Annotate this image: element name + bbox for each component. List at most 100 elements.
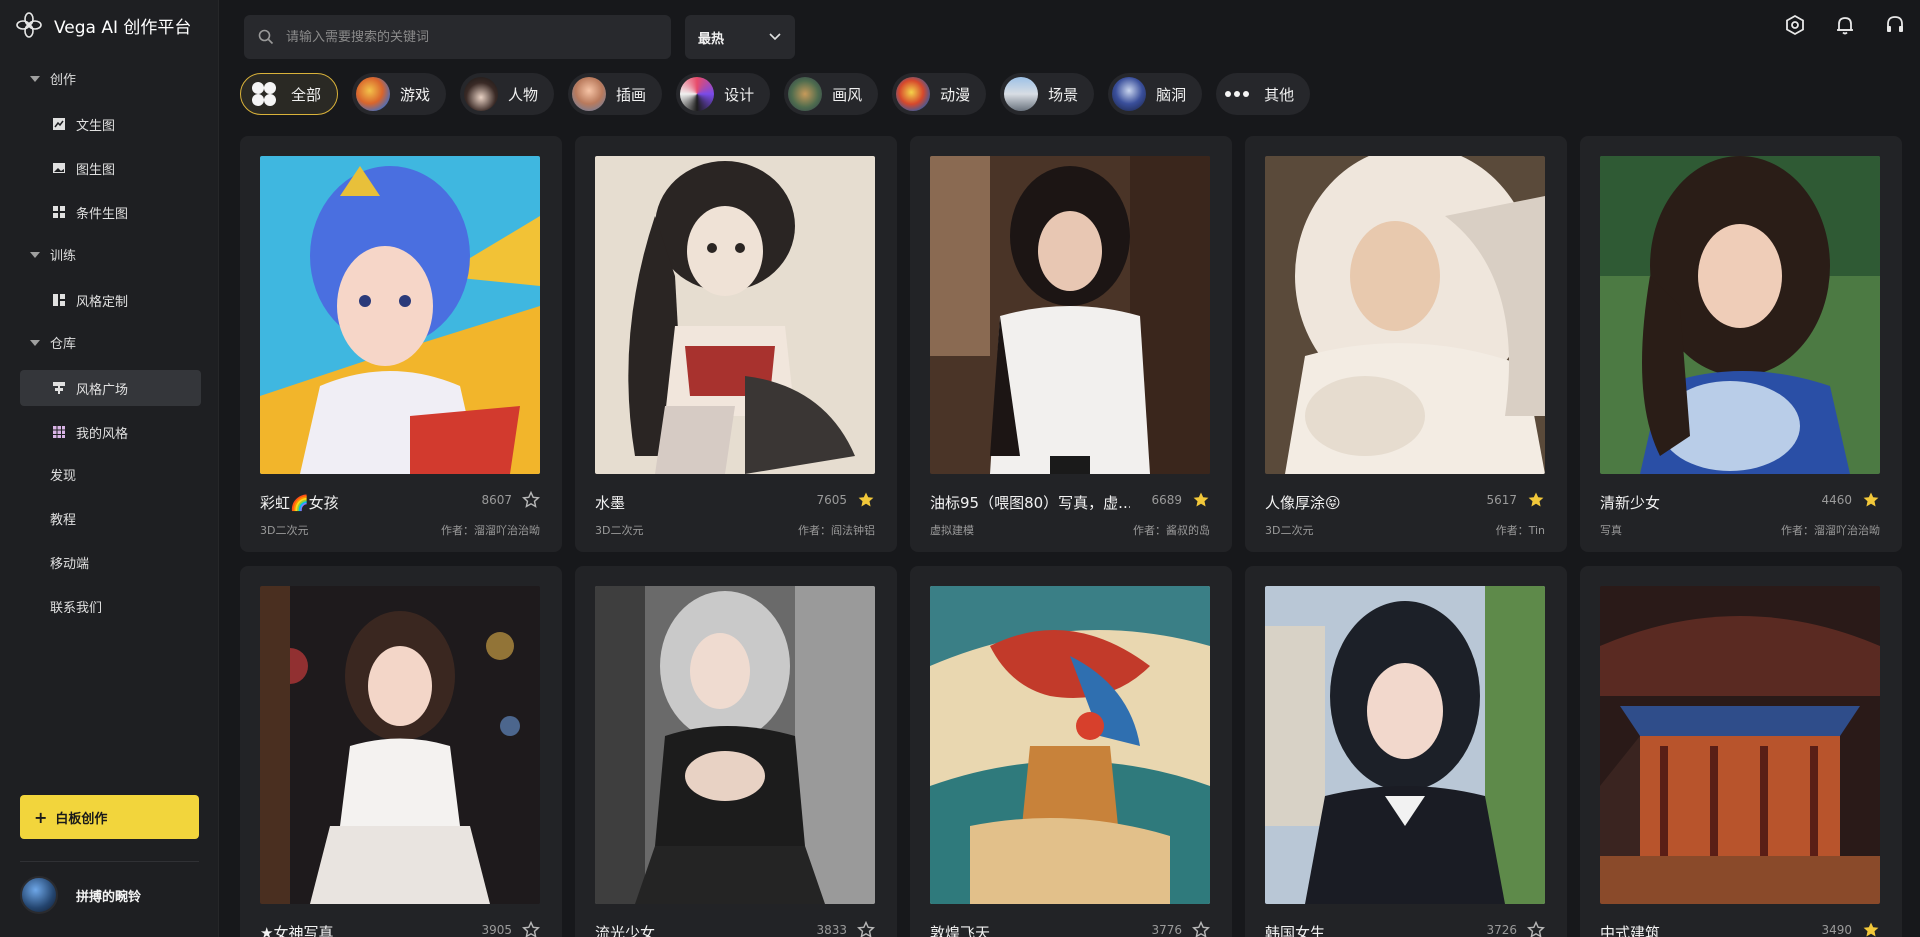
style-card-title: 人像厚涂😝: [1265, 494, 1341, 512]
style-card[interactable]: 韩国女生 3726: [1245, 566, 1567, 937]
whiteboard-create-button[interactable]: + 白板创作: [20, 795, 199, 839]
style-card[interactable]: 清新少女 4460 写真 作者：溜溜吖治治呦: [1580, 136, 1902, 552]
divider: [20, 861, 199, 862]
category-label: 人物: [508, 85, 539, 104]
search-input[interactable]: [286, 29, 646, 45]
sidebar-item-discover[interactable]: 发现: [0, 458, 219, 491]
sidebar-item-conditional[interactable]: 条件生图: [20, 194, 201, 230]
style-card-count: 3726: [1486, 923, 1517, 937]
nav-group-label: 仓库: [50, 337, 77, 352]
category-label: 场景: [1048, 85, 1079, 104]
style-card-image[interactable]: [595, 586, 875, 904]
star-outline-icon[interactable]: [1192, 921, 1210, 937]
card-image-art: [1265, 156, 1545, 474]
hexagon-settings-icon: [1786, 14, 1804, 36]
style-card-count: 3776: [1151, 923, 1182, 937]
style-card-image[interactable]: [930, 156, 1210, 474]
more-dots-icon: [1225, 91, 1250, 97]
category-thumb: [896, 77, 931, 111]
category-chip-other[interactable]: 其他: [1216, 73, 1311, 115]
style-card-image[interactable]: [260, 586, 540, 904]
sidebar-item-style-custom[interactable]: 风格定制: [20, 282, 201, 318]
style-card[interactable]: 人像厚涂😝 5617 3D二次元 作者：Tin: [1245, 136, 1567, 552]
star-filled-icon[interactable]: [1862, 491, 1880, 509]
style-card[interactable]: 中式建筑 3490: [1580, 566, 1902, 937]
plus-icon: +: [34, 807, 48, 827]
star-outline-icon[interactable]: [857, 921, 875, 937]
notifications-button[interactable]: [1820, 12, 1870, 38]
whiteboard-create-label: 白板创作: [55, 811, 108, 827]
star-filled-icon[interactable]: [1527, 491, 1545, 509]
settings-button[interactable]: [1770, 12, 1820, 38]
style-card-image[interactable]: [1265, 156, 1545, 474]
category-chip-painting-style[interactable]: 画风: [784, 73, 879, 115]
sidebar-item-tutorial[interactable]: 教程: [0, 502, 219, 535]
style-card-author[interactable]: 作者：Tin: [1496, 522, 1545, 538]
nav-group-repo[interactable]: 仓库: [0, 326, 219, 359]
user-profile[interactable]: 拼搏的畹铃: [20, 876, 141, 914]
category-chip-all[interactable]: 全部: [240, 73, 339, 115]
style-card-count: 6689: [1151, 493, 1182, 507]
star-filled-icon[interactable]: [1862, 921, 1880, 937]
style-card-image[interactable]: [1600, 156, 1880, 474]
sidebar-item-my-style[interactable]: 我的风格: [20, 414, 201, 450]
caret-down-icon: [30, 75, 40, 82]
style-card-count: 3905: [481, 923, 512, 937]
style-card-author[interactable]: 作者：溜溜吖治治呦: [1781, 522, 1880, 538]
style-card-image[interactable]: [595, 156, 875, 474]
style-card-image[interactable]: [930, 586, 1210, 904]
sort-select[interactable]: 最热: [685, 15, 795, 59]
style-card-author[interactable]: 作者：阎法钟铝: [798, 522, 875, 538]
style-card-author[interactable]: 作者：酱叔的岛: [1133, 522, 1210, 538]
category-chip-imagination[interactable]: 脑洞: [1108, 73, 1203, 115]
support-button[interactable]: [1870, 12, 1920, 38]
star-outline-icon[interactable]: [1527, 921, 1545, 937]
brand[interactable]: Vega AI 创作平台: [14, 10, 191, 40]
app-title: Vega AI 创作平台: [54, 17, 192, 38]
star-outline-icon[interactable]: [522, 921, 540, 937]
category-chip-game[interactable]: 游戏: [352, 73, 447, 115]
card-image-art: [930, 586, 1210, 904]
style-card-title: 油标95（喂图80）写真，虚...: [930, 494, 1130, 512]
category-chip-illustration[interactable]: 插画: [568, 73, 663, 115]
style-card[interactable]: ★女神写真 3905: [240, 566, 562, 937]
style-card-image[interactable]: [1600, 586, 1880, 904]
style-card-image[interactable]: [1265, 586, 1545, 904]
style-card[interactable]: 水墨 7605 3D二次元 作者：阎法钟铝: [575, 136, 897, 552]
card-image-art: [1265, 586, 1545, 904]
category-thumb: [1004, 77, 1039, 111]
star-filled-icon[interactable]: [1192, 491, 1210, 509]
style-card-count: 7605: [816, 493, 847, 507]
category-bar: 全部 游戏 人物 插画 设计 画风 动漫 场景 脑洞 其他: [240, 73, 1311, 117]
star-filled-icon[interactable]: [857, 491, 875, 509]
layout-icon: [53, 294, 65, 306]
avatar[interactable]: [20, 876, 58, 914]
style-card[interactable]: 流光少女 3833: [575, 566, 897, 937]
sidebar-item-image-to-image[interactable]: 图生图: [20, 150, 201, 186]
caret-down-icon: [30, 251, 40, 258]
user-name: 拼搏的畹铃: [76, 889, 142, 905]
nav-group-create[interactable]: 创作: [0, 62, 219, 95]
style-card-author[interactable]: 作者：溜溜吖治治呦: [441, 522, 540, 538]
sidebar-item-text-to-image[interactable]: 文生图: [20, 106, 201, 142]
style-card[interactable]: 敦煌飞天 3776: [910, 566, 1232, 937]
style-card-image[interactable]: [260, 156, 540, 474]
sort-value: 最热: [698, 31, 725, 47]
sidebar-item-mobile[interactable]: 移动端: [0, 546, 219, 579]
style-card-title: 韩国女生: [1265, 924, 1326, 937]
category-chip-scene[interactable]: 场景: [1000, 73, 1095, 115]
category-thumb: [788, 77, 823, 111]
nav-group-train[interactable]: 训练: [0, 238, 219, 271]
search-box: [244, 15, 671, 59]
sidebar-item-contact[interactable]: 联系我们: [0, 590, 219, 623]
category-chip-person[interactable]: 人物: [460, 73, 555, 115]
style-card[interactable]: 彩虹🌈女孩 8607 3D二次元 作者：溜溜吖治治呦: [240, 136, 562, 552]
style-card-count: 4460: [1821, 493, 1852, 507]
style-card[interactable]: 油标95（喂图80）写真，虚... 6689 虚拟建模 作者：酱叔的岛: [910, 136, 1232, 552]
style-card-title: 中式建筑: [1600, 924, 1661, 937]
category-chip-design[interactable]: 设计: [676, 73, 771, 115]
star-outline-icon[interactable]: [522, 491, 540, 509]
category-chip-anime[interactable]: 动漫: [892, 73, 987, 115]
sidebar-item-style-plaza[interactable]: 风格广场: [20, 370, 201, 406]
logo-icon: [16, 12, 42, 38]
